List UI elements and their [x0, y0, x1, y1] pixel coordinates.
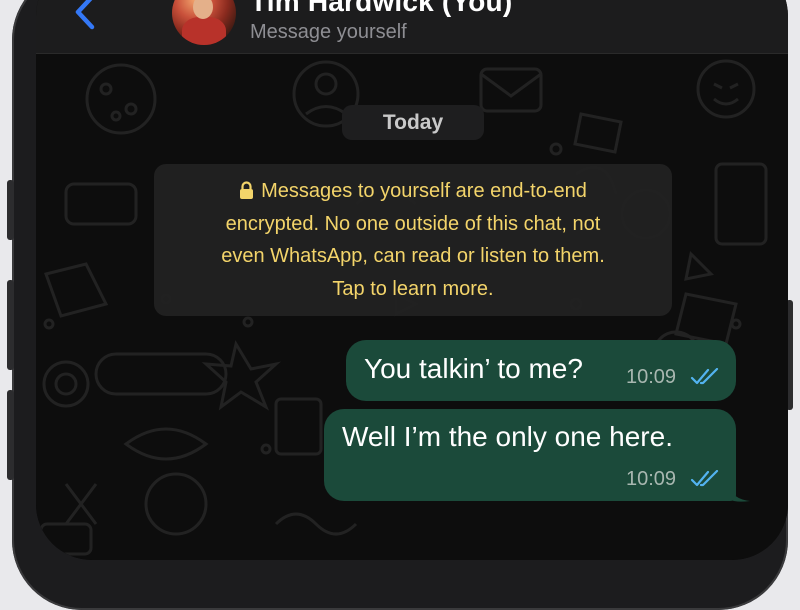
encryption-notice-line-text: Messages to yourself are end-to-end	[261, 180, 587, 202]
phone-side-button	[7, 390, 14, 480]
contact-subtitle: Message yourself	[250, 21, 407, 43]
phone-screen: Tim Hardwick (You) Message yourself Toda…	[36, 0, 788, 560]
encryption-notice-line: encrypted. No one outside of this chat, …	[225, 212, 601, 235]
back-chevron-icon	[75, 0, 95, 30]
chat-header: Tim Hardwick (You) Message yourself	[36, 0, 788, 54]
encryption-notice-line: Messages to yourself are end-to-end	[154, 175, 672, 208]
chat-area[interactable]: Today Messages to yourself are end-to-en…	[36, 54, 788, 560]
avatar[interactable]	[172, 0, 236, 45]
outgoing-message[interactable]: Well I’m the only one here. 10:09	[324, 409, 736, 501]
date-separator: Today	[342, 105, 484, 140]
contact-name[interactable]: Tim Hardwick (You)	[250, 0, 512, 18]
phone-side-button	[7, 280, 14, 370]
phone-frame: Tim Hardwick (You) Message yourself Toda…	[7, 0, 793, 610]
message-text: Well I’m the only one here.	[342, 421, 673, 452]
outgoing-message[interactable]: You talkin’ to me? 10:09	[346, 340, 736, 401]
lock-icon	[240, 181, 254, 199]
encryption-notice-line: even WhatsApp, can read or listen to the…	[221, 245, 605, 267]
double-check-icon	[690, 368, 719, 385]
phone-side-button	[7, 180, 14, 240]
encryption-notice[interactable]: Messages to yourself are end-to-end encr…	[154, 164, 672, 316]
message-time: 10:09	[626, 366, 677, 388]
encryption-notice-line: Tap to learn more.	[332, 277, 494, 300]
message-text: You talkin’ to me?	[364, 353, 583, 384]
back-button[interactable]	[68, 0, 102, 32]
double-check-icon	[690, 470, 719, 487]
avatar-shirt	[182, 17, 226, 45]
message-time: 10:09	[626, 468, 677, 490]
encryption-notice-text: Messages to yourself are end-to-end encr…	[154, 175, 672, 305]
